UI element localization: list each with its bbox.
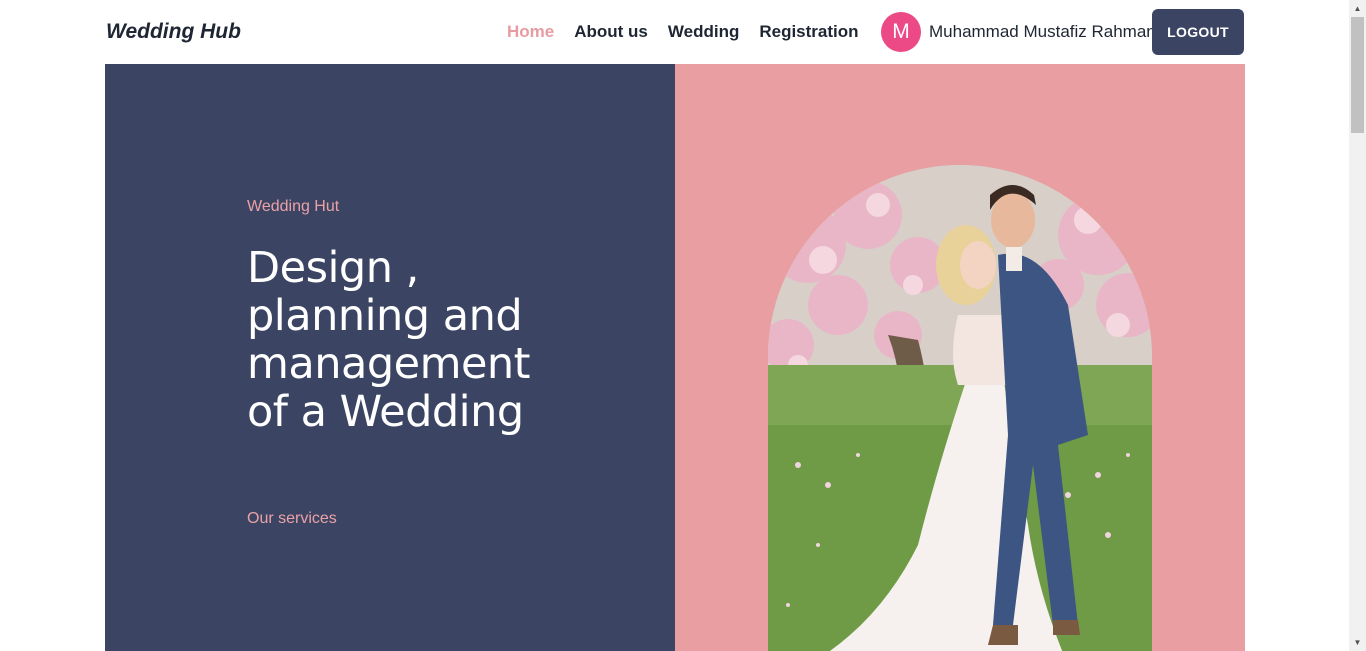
nav-links: Home About us Wedding Registration <box>507 22 879 42</box>
navbar: Wedding Hub Home About us Wedding Regist… <box>0 0 1349 64</box>
page-scrollbar[interactable]: ▲ ▼ <box>1349 0 1366 651</box>
user-avatar[interactable]: M <box>881 12 921 52</box>
nav-link-wedding[interactable]: Wedding <box>668 22 739 42</box>
hero-text-panel: Wedding Hut Design , planning and manage… <box>105 64 675 651</box>
scroll-down-arrow-icon[interactable]: ▼ <box>1349 634 1366 651</box>
brand-logo[interactable]: Wedding Hub <box>106 20 241 44</box>
hero-headline: Design , planning and management of a We… <box>247 243 531 437</box>
scroll-up-arrow-icon[interactable]: ▲ <box>1349 0 1366 17</box>
nav-link-about-us[interactable]: About us <box>574 22 648 42</box>
hero-eyebrow: Wedding Hut <box>247 198 340 215</box>
scrollbar-thumb[interactable] <box>1351 17 1364 133</box>
our-services-link[interactable]: Our services <box>247 510 337 528</box>
user-name: Muhammad Mustafiz Rahman <box>929 22 1156 41</box>
nav-link-registration[interactable]: Registration <box>759 22 858 42</box>
nav-link-home[interactable]: Home <box>507 22 554 42</box>
wedding-photo-illustration <box>768 165 1152 651</box>
logout-button[interactable]: LOGOUT <box>1152 9 1244 55</box>
hero-image-panel <box>675 64 1245 651</box>
wedding-couple-photo <box>768 165 1152 651</box>
